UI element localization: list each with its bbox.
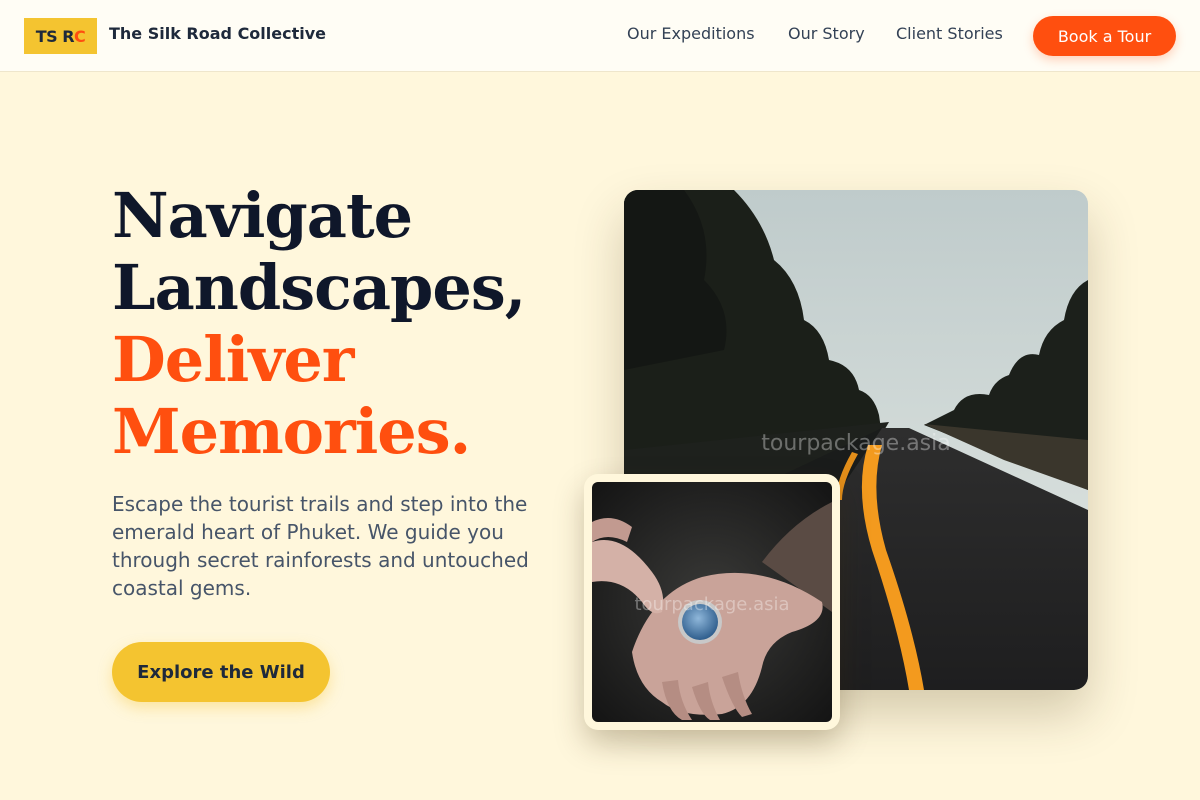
coin-photo-frame: tourpackage.asia xyxy=(584,474,840,730)
nav-link-client-stories[interactable]: Client Stories xyxy=(896,24,1003,43)
brand-name[interactable]: The Silk Road Collective xyxy=(109,24,326,43)
main-watermark: tourpackage.asia xyxy=(761,431,950,456)
nav-link-our-story[interactable]: Our Story xyxy=(788,24,865,43)
small-watermark: tourpackage.asia xyxy=(634,594,789,615)
site-header: TS RC The Silk Road Collective Our Exped… xyxy=(0,0,1200,72)
headline-line-4: Memories. xyxy=(112,395,471,468)
headline-line-3: Deliver xyxy=(112,323,354,396)
book-tour-button[interactable]: Book a Tour xyxy=(1033,16,1176,56)
logo[interactable]: TS RC xyxy=(24,18,97,54)
hero-description: Escape the tourist trails and step into … xyxy=(112,492,529,600)
headline-line-2: Landscapes, xyxy=(112,251,526,324)
headline-line-1: Navigate xyxy=(112,179,413,252)
hero-headline: Navigate Landscapes, Deliver Memories. xyxy=(112,179,526,468)
nav-link-our-expeditions[interactable]: Our Expeditions xyxy=(627,24,755,43)
logo-text-main: TS R xyxy=(35,26,75,46)
explore-wild-button[interactable]: Explore the Wild xyxy=(112,642,330,702)
coin-in-hand-photo: tourpackage.asia xyxy=(592,482,832,722)
logo-text-accent: C xyxy=(74,26,86,46)
